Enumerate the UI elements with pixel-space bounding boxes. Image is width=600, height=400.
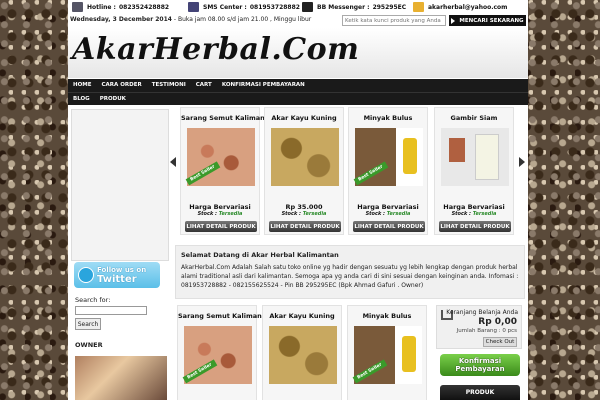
product-image[interactable]: [271, 128, 339, 186]
product-title[interactable]: Sarang Semut Kaliman: [178, 312, 262, 320]
product-search-input[interactable]: [342, 15, 446, 26]
checkout-button[interactable]: Check Out: [483, 337, 517, 347]
nav-cara-order[interactable]: CARA ORDER: [97, 79, 147, 92]
sms-label: SMS Center :: [203, 3, 247, 11]
stock-label: Stock :: [451, 211, 473, 217]
product-price: Rp 35.000: [285, 203, 323, 211]
slider-prev-arrow-icon[interactable]: [170, 157, 176, 167]
product-title[interactable]: Akar Kayu Kuning: [263, 312, 341, 320]
view-detail-button[interactable]: LIHAT DETAIL PRODUK: [439, 221, 511, 232]
slider-product-card[interactable]: Akar Kayu Kuning Rp 35.000 Stock : Terse…: [264, 107, 344, 235]
product-stock: Stock : Tersedia: [181, 211, 259, 217]
cart-item-count: Jumlah Barang : 0 pcs: [456, 328, 517, 334]
product-title[interactable]: Minyak Bulus: [349, 114, 427, 122]
nav-konfirmasi-pembayaran[interactable]: KONFIRMASI PEMBAYARAN: [217, 79, 310, 92]
hotline-label: Hotline :: [87, 3, 116, 11]
konfirmasi-label: Konfirmasi: [458, 357, 502, 365]
product-title[interactable]: Sarang Semut Kaliman: [181, 114, 265, 122]
welcome-text: AkarHerbal.Com Adalah Salah satu toko on…: [181, 264, 519, 289]
mail-icon: [413, 2, 424, 12]
product-title[interactable]: Akar Kayu Kuning: [265, 114, 343, 122]
stock-label: Stock :: [365, 211, 387, 217]
shopping-cart-widget: Keranjang Belanja Anda Rp 0,00 Jumlah Ba…: [436, 305, 522, 349]
bb-contact: BB Messenger : 295295EC: [302, 2, 406, 12]
nav-testimoni[interactable]: TESTIMONI: [147, 79, 191, 92]
nav-cart[interactable]: CART: [191, 79, 217, 92]
play-icon: [451, 17, 456, 24]
cart-total: Rp 0,00: [478, 317, 517, 327]
product-price: Harga Bervariasi: [189, 203, 251, 211]
product-title[interactable]: Minyak Bulus: [348, 312, 426, 320]
search-now-label: MENCARI SEKARANG: [459, 17, 524, 24]
nav-blog[interactable]: BLOG: [68, 93, 95, 105]
cart-title: Keranjang Belanja Anda: [446, 309, 518, 316]
date-hours: Wednesday, 3 December 2014 - Buka jam 08…: [70, 16, 311, 23]
product-stock: Stock : Tersedia: [349, 211, 427, 217]
pembayaran-label: Pembayaran: [455, 365, 505, 373]
view-detail-button[interactable]: LIHAT DETAIL PRODUK: [269, 221, 341, 232]
product-stock: Stock : Tersedia: [435, 211, 513, 217]
stock-value: Tersedia: [218, 211, 243, 217]
twitter-text: Follow us on Twitter: [97, 266, 146, 285]
stock-value: Tersedia: [386, 211, 411, 217]
site-header: AkarHerbal.Com: [68, 28, 528, 78]
payment-confirmation-button[interactable]: Konfirmasi Pembayaran: [440, 354, 520, 376]
grid-product-card[interactable]: Minyak Bulus Best Seller: [347, 305, 427, 400]
grid-product-card[interactable]: Akar Kayu Kuning: [262, 305, 342, 400]
welcome-box: Selamat Datang di Akar Herbal Kalimantan…: [175, 245, 525, 299]
stock-value: Tersedia: [302, 211, 327, 217]
bb-pin: 295295EC: [372, 3, 407, 11]
blackberry-icon: [302, 2, 313, 12]
slider-product-card[interactable]: Sarang Semut Kaliman Best Seller Harga B…: [180, 107, 265, 235]
sidebar-search-button[interactable]: Search: [75, 318, 101, 330]
sidebar-search-input[interactable]: [75, 306, 147, 315]
owner-photo: [75, 356, 167, 400]
site-logo[interactable]: AkarHerbal.Com: [72, 32, 359, 67]
secondary-nav: BLOG PRODUK: [68, 92, 528, 105]
twitter-follow-banner[interactable]: Follow us on Twitter: [74, 262, 160, 288]
hotline-number: 082352428882: [118, 3, 170, 11]
opening-hours: - Buka jam 08.00 s/d jam 21.00 , Minggu …: [171, 16, 312, 23]
grid-product-card[interactable]: Sarang Semut Kaliman Best Seller: [177, 305, 262, 400]
top-bar: Hotline : 082352428882 SMS Center : 0819…: [68, 0, 528, 28]
hotline-contact: Hotline : 082352428882: [72, 2, 169, 12]
bb-label: BB Messenger :: [317, 3, 370, 11]
email-contact: akarherbal@yahoo.com: [413, 2, 507, 12]
sms-icon: [188, 2, 199, 12]
slider-product-card[interactable]: Minyak Bulus Best Seller Harga Bervarias…: [348, 107, 428, 235]
view-detail-button[interactable]: LIHAT DETAIL PRODUK: [353, 221, 425, 232]
product-image[interactable]: [269, 326, 337, 384]
nav-produk[interactable]: PRODUK: [95, 93, 131, 105]
current-date: Wednesday, 3 December 2014: [70, 16, 172, 23]
twitter-label: Twitter: [97, 274, 137, 285]
slider-product-card[interactable]: Gambir Siam Harga Bervariasi Stock : Ter…: [434, 107, 514, 235]
main-nav: HOME CARA ORDER TESTIMONI CART KONFIRMAS…: [68, 79, 528, 92]
sms-number: 081953728882: [249, 3, 300, 11]
view-detail-button[interactable]: LIHAT DETAIL PRODUK: [185, 221, 257, 232]
twitter-bird-icon: [78, 267, 94, 283]
stock-label: Stock :: [197, 211, 219, 217]
email-address[interactable]: akarherbal@yahoo.com: [428, 4, 507, 11]
stock-value: Tersedia: [472, 211, 497, 217]
product-price: Harga Bervariasi: [357, 203, 419, 211]
phone-icon: [72, 2, 83, 12]
product-stock: Stock : Tersedia: [265, 211, 343, 217]
nav-home[interactable]: HOME: [68, 79, 97, 92]
stock-label: Stock :: [281, 211, 303, 217]
sidebar-search-label: Search for:: [75, 296, 111, 304]
slider-next-arrow-icon[interactable]: [519, 157, 525, 167]
product-image[interactable]: [441, 128, 509, 186]
produk-banner[interactable]: PRODUK: [440, 385, 520, 400]
owner-heading: OWNER: [75, 341, 103, 349]
product-title[interactable]: Gambir Siam: [435, 114, 513, 122]
sms-contact: SMS Center : 081953728882: [188, 2, 300, 12]
search-now-button[interactable]: MENCARI SEKARANG: [449, 15, 526, 26]
product-price: Harga Bervariasi: [443, 203, 505, 211]
sidebar-widget: [71, 109, 169, 261]
welcome-title: Selamat Datang di Akar Herbal Kalimantan: [181, 251, 339, 259]
